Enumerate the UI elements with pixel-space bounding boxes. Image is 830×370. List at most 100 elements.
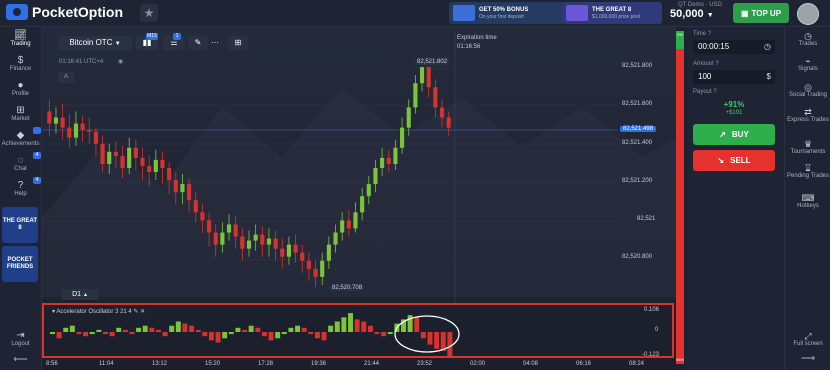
sidebar-item-profile[interactable]: ● Profile xyxy=(0,80,41,97)
candle-body xyxy=(400,127,405,148)
buy-label: BUY xyxy=(731,130,749,139)
layout-button[interactable]: ⊞ xyxy=(228,36,248,50)
time-tick: 02:00 xyxy=(470,361,486,367)
sidebar-item-label: Signals xyxy=(798,66,818,72)
sentiment-down-fill xyxy=(676,49,684,364)
candle-body xyxy=(246,240,252,249)
chevron-down-icon[interactable]: ▾ xyxy=(52,309,55,315)
fullscreen-icon: ⤢ xyxy=(804,331,812,341)
sidebar-item-tournaments[interactable]: ♛ Tournaments xyxy=(785,139,830,156)
candle-body xyxy=(360,196,365,213)
fullscreen-button[interactable]: ⤢ Full screen xyxy=(785,331,830,348)
sidebar-item-label: Express Trades xyxy=(787,117,829,123)
sell-button[interactable]: ↘ SELL xyxy=(693,150,775,171)
avatar[interactable] xyxy=(797,3,819,25)
price-tick: 82,521.200 xyxy=(622,178,653,184)
time-tick: 23:52 xyxy=(417,361,433,367)
oscillator-name: Accelerator Oscillator xyxy=(56,309,114,315)
promo-subtitle: On your first deposit xyxy=(479,13,524,20)
great8-tile[interactable]: THE GREAT 8 xyxy=(2,207,38,243)
candle-body xyxy=(180,184,185,193)
collapse-arrow-icon[interactable]: ⟵ xyxy=(0,354,41,365)
expand-arrow-icon[interactable]: ⟶ xyxy=(785,354,830,364)
pocket-friends-tile[interactable]: POCKET FRIENDS xyxy=(2,246,38,282)
edit-icon[interactable]: ✎ xyxy=(133,309,138,315)
help-icon[interactable]: ? xyxy=(713,89,716,95)
topup-button[interactable]: ▣ TOP UP xyxy=(733,3,789,23)
express-icon: ⇄ xyxy=(804,107,812,117)
sidebar-item-social-trading[interactable]: ◎ Social Trading xyxy=(785,82,830,99)
candle-body xyxy=(340,220,345,233)
expiration-label: Expiration time xyxy=(457,35,497,41)
sidebar-item-hotkeys[interactable]: ⌨︎ Hotkeys xyxy=(785,193,830,210)
candle-body xyxy=(406,107,411,128)
time-tick: 15:20 xyxy=(205,361,221,367)
candle-body xyxy=(446,117,451,128)
logout-button[interactable]: ⇥ Logout xyxy=(0,330,41,347)
price-tick: 82,520.800 xyxy=(622,254,653,260)
candle-body xyxy=(53,117,59,124)
time-tick: 11:04 xyxy=(99,361,114,367)
chart-area[interactable]: Bitcoin OTC ▼ ▮▮ M15 ⚌ 1 ✎ ··· ⊞ 01:16:4… xyxy=(42,27,676,370)
favorite-star-icon[interactable]: ★ xyxy=(140,4,158,22)
pencil-icon: ✎ xyxy=(194,38,202,47)
sidebar-item-market[interactable]: ⊞ Market xyxy=(0,105,41,122)
sidebar-item-label: Market xyxy=(11,116,30,122)
buy-button[interactable]: ↗ BUY xyxy=(693,124,775,145)
low-price-label: 82,520.708 xyxy=(330,285,365,291)
sentiment-top-label: 0% xyxy=(677,32,683,37)
candle-body xyxy=(87,129,92,132)
promo-title: GET 50% BONUS xyxy=(479,6,529,13)
candle-body xyxy=(226,224,232,233)
osc-level: -0.123 xyxy=(642,352,660,358)
sidebar-item-label: Profile xyxy=(11,91,29,97)
sell-label: SELL xyxy=(730,156,751,165)
promo-subtitle: $1,000,000 prize pool xyxy=(592,13,641,20)
hl-toggle[interactable]: A xyxy=(58,72,74,83)
time-field[interactable]: 00:00:15 ◷ xyxy=(693,40,775,54)
sidebar-item-label: Finance xyxy=(9,66,32,72)
sidebar-item-trading[interactable]: 📈︎ Trading xyxy=(0,30,41,47)
time-tick: 8:56 xyxy=(46,361,58,367)
payout-label: Payout ? xyxy=(693,89,717,95)
asset-selector[interactable]: Bitcoin OTC ▼ xyxy=(58,36,132,50)
help-badge: 4 xyxy=(33,177,41,184)
oscillator-params: 3 21 4 xyxy=(115,309,132,315)
help-icon[interactable]: ? xyxy=(715,61,718,67)
sidebar-item-finance[interactable]: $ Finance xyxy=(0,55,41,72)
sidebar-item-express-trades[interactable]: ⇄ Express Trades xyxy=(785,107,830,124)
sidebar-item-trades[interactable]: ◷ Trades xyxy=(785,31,830,48)
candle-body xyxy=(60,117,65,128)
help-icon[interactable]: ? xyxy=(708,31,711,37)
timeframe-selector[interactable]: D1 ▲ xyxy=(62,289,98,300)
osc-level: 0.106 xyxy=(644,307,660,313)
app-logo[interactable]: PocketOption xyxy=(6,4,123,20)
sidebar-item-label: Chat xyxy=(14,166,27,172)
candle-body xyxy=(419,67,425,84)
candle-body xyxy=(300,252,305,261)
grid-icon: ⊞ xyxy=(234,38,242,47)
candle-body xyxy=(100,143,105,164)
account-selector[interactable]: QT Demo · USD 50,000 ▼ xyxy=(670,2,722,20)
candle-body xyxy=(107,151,112,164)
great8-promo-banner[interactable]: THE GREAT 8 $1,000,000 prize pool xyxy=(562,2,662,24)
bonus-promo-banner[interactable]: GET 50% BONUS On your first deposit xyxy=(449,2,565,24)
amount-field[interactable]: 100 $ xyxy=(693,70,775,84)
candle-body xyxy=(80,123,85,130)
sidebar-item-pending-trades[interactable]: ⌛︎ Pending Trades xyxy=(785,163,830,180)
timeframe-badge: M15 xyxy=(146,33,158,40)
arrow-down-icon: ↘ xyxy=(717,156,725,165)
close-icon[interactable]: ✕ xyxy=(140,309,145,315)
candle-body xyxy=(280,248,285,257)
time-tick: 13:12 xyxy=(152,361,168,367)
candle-body xyxy=(393,147,398,164)
more-options-button[interactable]: ··· xyxy=(205,36,225,50)
sidebar-item-signals[interactable]: ⌁ Signals xyxy=(785,56,830,73)
candle-body xyxy=(147,165,152,172)
achievements-badge xyxy=(33,127,41,134)
high-price-label: 82,521.802 xyxy=(415,59,450,65)
eye-icon[interactable]: ◉ xyxy=(118,58,123,65)
amount-label-text: Amount xyxy=(693,61,714,67)
time-value: 00:00:15 xyxy=(698,42,730,51)
candle-body xyxy=(160,159,165,168)
